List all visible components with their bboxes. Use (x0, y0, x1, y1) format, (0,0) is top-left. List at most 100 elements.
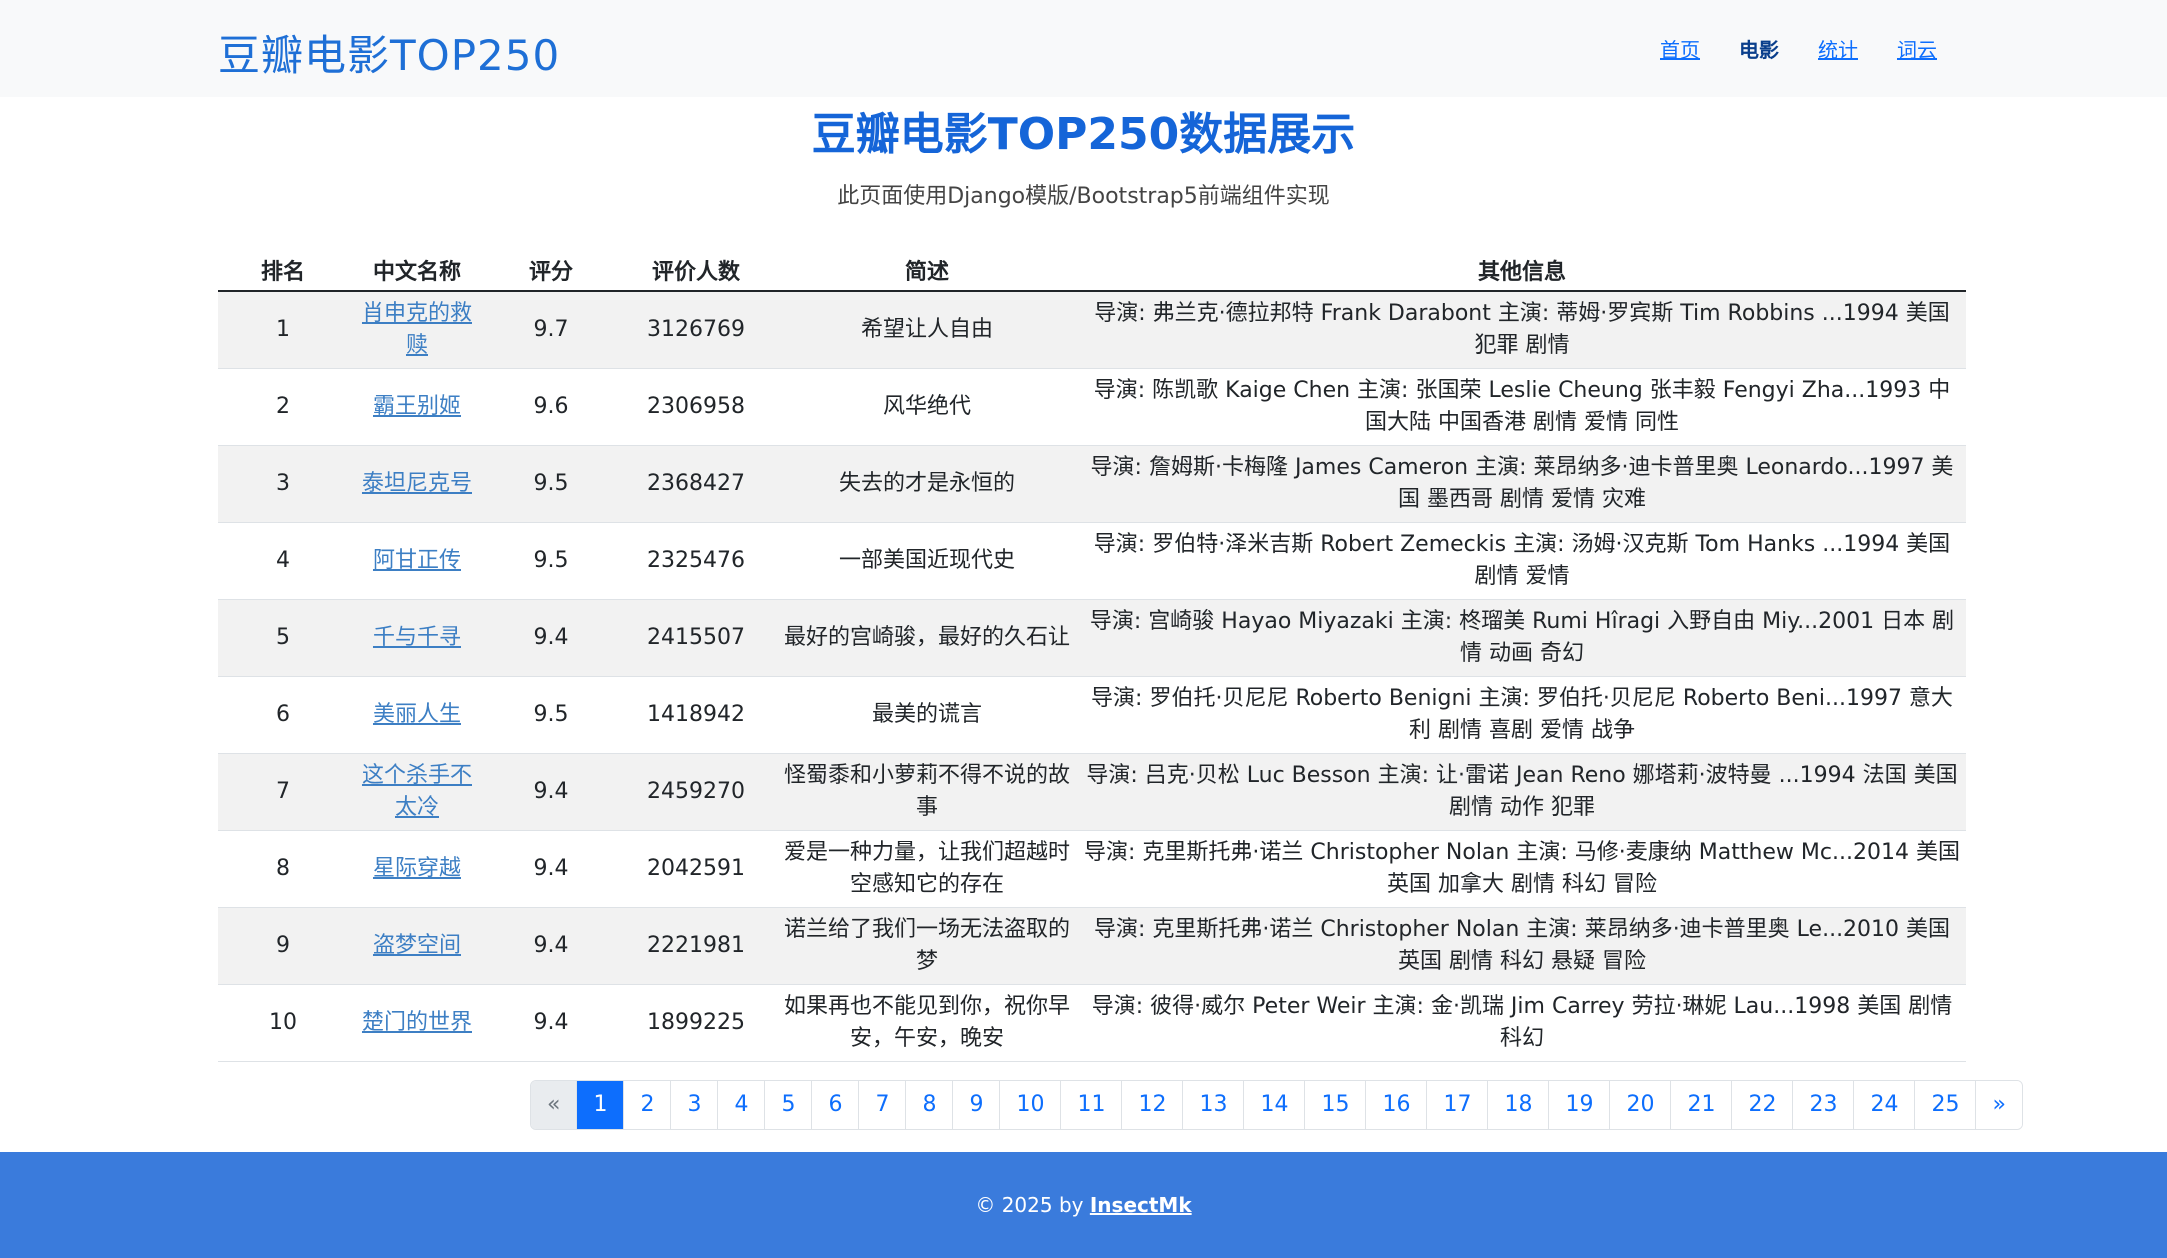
cell-rank: 8 (218, 830, 348, 908)
pagination-page-20[interactable]: 20 (1610, 1081, 1672, 1129)
pagination-page-15[interactable]: 15 (1305, 1081, 1367, 1129)
movie-title-link[interactable]: 阿甘正传 (373, 548, 461, 573)
pagination-page-1[interactable]: 1 (577, 1081, 625, 1129)
cell-votes: 2368427 (616, 445, 776, 523)
table-row: 10 楚门的世界 9.4 1899225 如果再也不能见到你，祝你早安，午安，晚安 导演:… (218, 984, 1966, 1062)
table-row: 4 阿甘正传 9.5 2325476 一部美国近现代史 导演: 罗伯特·泽米吉斯 Robe… (218, 522, 1966, 600)
pagination-page-9[interactable]: 9 (953, 1081, 1001, 1129)
pagination-page-8[interactable]: 8 (906, 1081, 954, 1129)
pagination-page-25[interactable]: 25 (1915, 1081, 1977, 1129)
cell-score: 9.5 (486, 445, 616, 523)
pagination-page-21[interactable]: 21 (1671, 1081, 1733, 1129)
cell-score: 9.4 (486, 984, 616, 1062)
cell-name: 泰坦尼克号 (348, 445, 486, 523)
cell-votes: 2042591 (616, 830, 776, 908)
movie-title-link[interactable]: 美丽人生 (373, 702, 461, 727)
table-row: 2 霸王别姬 9.6 2306958 风华绝代 导演: 陈凯歌 Kaige Chen 主演… (218, 368, 1966, 446)
cell-name: 霸王别姬 (348, 368, 486, 446)
cell-rank: 6 (218, 676, 348, 754)
table-body: 1 肖申克的救赎 9.7 3126769 希望让人自由 导演: 弗兰克·德拉邦特 Fran… (218, 291, 1966, 1062)
cell-brief: 一部美国近现代史 (776, 522, 1078, 600)
cell-info: 导演: 罗伯托·贝尼尼 Roberto Benigni 主演: 罗伯托·贝尼尼 … (1078, 676, 1966, 754)
pagination-page-4[interactable]: 4 (718, 1081, 766, 1129)
header-info: 其他信息 (1078, 250, 1966, 292)
movies-table: 排名 中文名称 评分 评价人数 简述 其他信息 1 肖申克的救赎 9.7 312676… (218, 250, 1966, 1062)
nav-links: 首页 电影 统计 词云 (1660, 34, 1976, 63)
cell-name: 阿甘正传 (348, 522, 486, 600)
cell-info: 导演: 克里斯托弗·诺兰 Christopher Nolan 主演: 莱昂纳多·… (1078, 907, 1966, 985)
cell-rank: 1 (218, 291, 348, 369)
pagination-page-7[interactable]: 7 (859, 1081, 907, 1129)
pagination-page-18[interactable]: 18 (1488, 1081, 1550, 1129)
cell-brief: 诺兰给了我们一场无法盗取的梦 (776, 907, 1078, 985)
table-row: 9 盗梦空间 9.4 2221981 诺兰给了我们一场无法盗取的梦 导演: 克里斯托弗·诺… (218, 907, 1966, 985)
cell-info: 导演: 宫崎骏 Hayao Miyazaki 主演: 柊瑠美 Rumi Hîra… (1078, 599, 1966, 677)
nav-wordcloud[interactable]: 词云 (1897, 34, 1937, 63)
cell-rank: 5 (218, 599, 348, 677)
cell-votes: 2325476 (616, 522, 776, 600)
movie-title-link[interactable]: 盗梦空间 (373, 933, 461, 958)
pagination-page-11[interactable]: 11 (1061, 1081, 1123, 1129)
cell-brief: 最好的宫崎骏，最好的久石让 (776, 599, 1078, 677)
cell-rank: 10 (218, 984, 348, 1062)
footer-copyright: © 2025 by (975, 1193, 1084, 1217)
cell-rank: 3 (218, 445, 348, 523)
pagination-page-13[interactable]: 13 (1183, 1081, 1245, 1129)
cell-brief: 希望让人自由 (776, 291, 1078, 369)
header-votes: 评价人数 (616, 250, 776, 292)
table-row: 6 美丽人生 9.5 1418942 最美的谎言 导演: 罗伯托·贝尼尼 Roberto … (218, 676, 1966, 754)
page-subtitle: 此页面使用Django模版/Bootstrap5前端组件实现 (837, 184, 1330, 209)
pagination-page-2[interactable]: 2 (624, 1081, 672, 1129)
brand-link[interactable]: 豆瓣电影TOP250 (218, 22, 560, 83)
cell-score: 9.4 (486, 907, 616, 985)
pagination-page-24[interactable]: 24 (1854, 1081, 1916, 1129)
pagination-page-16[interactable]: 16 (1366, 1081, 1428, 1129)
pagination-page-12[interactable]: 12 (1122, 1081, 1184, 1129)
cell-score: 9.5 (486, 522, 616, 600)
pagination-page-3[interactable]: 3 (671, 1081, 719, 1129)
pagination: « 1 2 3 4 5 6 7 8 9 10 11 12 13 14 15 16 17 18 19 20 21 22 23 2… (530, 1080, 2023, 1130)
footer: © 2025 by InsectMk (0, 1152, 2167, 1258)
pagination-prev[interactable]: « (531, 1081, 578, 1129)
pagination-next[interactable]: » (1976, 1081, 2022, 1129)
pagination-page-6[interactable]: 6 (812, 1081, 860, 1129)
footer-author-link[interactable]: InsectMk (1090, 1193, 1192, 1217)
table-row: 7 这个杀手不太冷 9.4 2459270 怪蜀黍和小萝莉不得不说的故事 导演: 吕克·贝… (218, 753, 1966, 831)
cell-name: 盗梦空间 (348, 907, 486, 985)
pagination-page-10[interactable]: 10 (1000, 1081, 1062, 1129)
header-name: 中文名称 (348, 250, 486, 292)
movie-title-link[interactable]: 千与千寻 (373, 625, 461, 650)
page-title: 豆瓣电影TOP250数据展示 (811, 109, 1356, 160)
nav-home[interactable]: 首页 (1660, 34, 1700, 63)
cell-info: 导演: 彼得·威尔 Peter Weir 主演: 金·凯瑞 Jim Carrey… (1078, 984, 1966, 1062)
pagination-page-22[interactable]: 22 (1732, 1081, 1794, 1129)
pagination-page-17[interactable]: 17 (1427, 1081, 1489, 1129)
table-row: 1 肖申克的救赎 9.7 3126769 希望让人自由 导演: 弗兰克·德拉邦特 Fran… (218, 291, 1966, 369)
nav-movies[interactable]: 电影 (1739, 34, 1779, 63)
cell-rank: 2 (218, 368, 348, 446)
cell-brief: 风华绝代 (776, 368, 1078, 446)
pagination-page-14[interactable]: 14 (1244, 1081, 1306, 1129)
movie-title-link[interactable]: 泰坦尼克号 (362, 471, 472, 496)
cell-brief: 如果再也不能见到你，祝你早安，午安，晚安 (776, 984, 1078, 1062)
cell-info: 导演: 吕克·贝松 Luc Besson 主演: 让·雷诺 Jean Reno … (1078, 753, 1966, 831)
cell-rank: 4 (218, 522, 348, 600)
nav-stats[interactable]: 统计 (1818, 34, 1858, 63)
cell-score: 9.4 (486, 830, 616, 908)
movie-title-link[interactable]: 霸王别姬 (373, 394, 461, 419)
header-score: 评分 (486, 250, 616, 292)
movie-title-link[interactable]: 肖申克的救赎 (362, 301, 472, 358)
movie-title-link[interactable]: 星际穿越 (373, 856, 461, 881)
cell-brief: 失去的才是永恒的 (776, 445, 1078, 523)
pagination-page-5[interactable]: 5 (765, 1081, 813, 1129)
cell-score: 9.7 (486, 291, 616, 369)
cell-votes: 2459270 (616, 753, 776, 831)
movie-title-link[interactable]: 这个杀手不太冷 (362, 763, 472, 820)
cell-name: 千与千寻 (348, 599, 486, 677)
pagination-page-23[interactable]: 23 (1793, 1081, 1855, 1129)
movie-title-link[interactable]: 楚门的世界 (362, 1010, 472, 1035)
table-row: 5 千与千寻 9.4 2415507 最好的宫崎骏，最好的久石让 导演: 宫崎骏 Haya… (218, 599, 1966, 677)
pagination-page-19[interactable]: 19 (1549, 1081, 1611, 1129)
cell-info: 导演: 克里斯托弗·诺兰 Christopher Nolan 主演: 马修·麦康… (1078, 830, 1966, 908)
navbar: 豆瓣电影TOP250 首页 电影 统计 词云 (0, 0, 2167, 97)
